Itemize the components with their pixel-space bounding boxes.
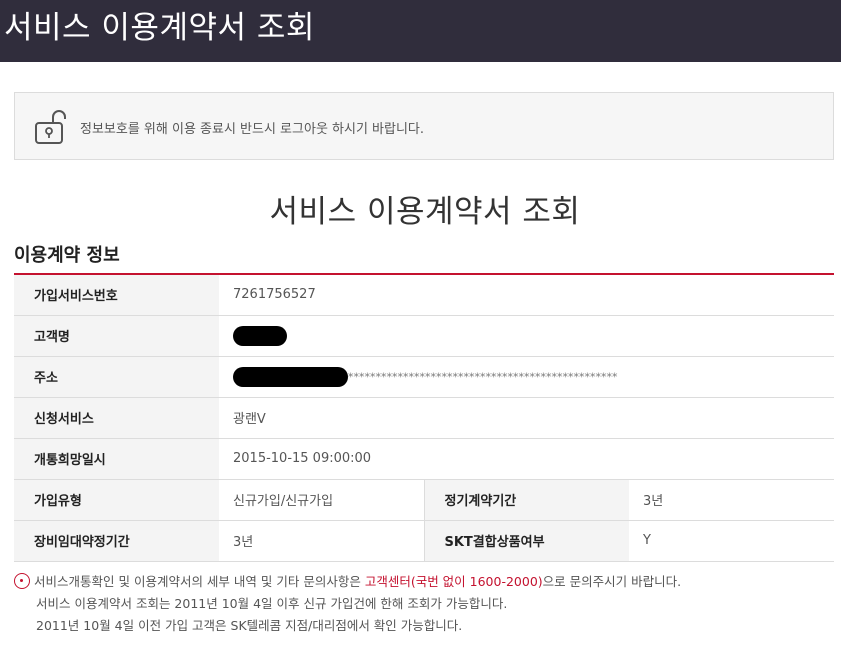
equipment-period-value: 3년 [219, 520, 424, 562]
note-line-3: 2011년 10월 4일 이전 가입 고객은 SK텔레콤 지점/대리점에서 확인… [36, 618, 463, 633]
bundle-label: SKT결합상품여부 [423, 520, 629, 562]
service-number-value: 7261756527 [219, 274, 835, 316]
note-line-1: 서비스개통확인 및 이용계약서의 세부 내역 및 기타 문의사항은 고객센터(국… [14, 573, 834, 595]
table-row: 가입서비스번호 7261756527 [14, 274, 835, 316]
note-1-suffix: 으로 문의주시기 바랍니다. [542, 574, 682, 589]
address-value: ****************************************… [219, 356, 835, 398]
contract-info-table: 가입서비스번호 7261756527 고객명 주소 **************… [14, 273, 835, 562]
note-1-prefix: 서비스개통확인 및 이용계약서의 세부 내역 및 기타 문의사항은 [34, 574, 361, 589]
table-row: 주소 *************************************… [14, 356, 835, 398]
table-row: 개통희망일시 2015-10-15 09:00:00 [14, 438, 835, 480]
table-row: 가입유형 신규가입/신규가입 정기계약기간 3년 [14, 479, 835, 521]
info-bullet-icon [14, 573, 30, 589]
service-label: 신청서비스 [14, 397, 219, 439]
join-type-value: 신규가입/신규가입 [219, 479, 424, 521]
join-type-label: 가입유형 [14, 479, 219, 521]
equipment-period-label: 장비임대약정기간 [14, 520, 219, 562]
contract-period-label: 정기계약기간 [423, 479, 629, 521]
page-title: 서비스 이용계약서 조회 [269, 194, 581, 230]
customer-name-value [219, 315, 835, 357]
contract-period-value: 3년 [629, 479, 835, 521]
table-row: 고객명 [14, 315, 835, 357]
service-value: 광랜V [219, 397, 835, 439]
redaction-mark [233, 366, 348, 387]
notes-section: 서비스개통확인 및 이용계약서의 세부 내역 및 기타 문의사항은 고객센터(국… [14, 573, 834, 639]
address-mask-text: ****************************************… [348, 370, 618, 383]
note-line-2: 서비스 이용계약서 조회는 2011년 10월 4일 이후 신규 가입건에 한해… [36, 596, 508, 611]
service-number-label: 가입서비스번호 [14, 274, 219, 316]
header-title: 서비스 이용계약서 조회 [4, 10, 315, 46]
redaction-mark [233, 325, 287, 346]
section-title: 이용계약 정보 [14, 245, 120, 266]
customer-center-link[interactable]: 고객센터(국번 없이 1600-2000) [365, 574, 543, 589]
logout-notice-box: 정보보호를 위해 이용 종료시 반드시 로그아웃 하시기 바랍니다. [14, 92, 834, 160]
logout-notice-text: 정보보호를 위해 이용 종료시 반드시 로그아웃 하시기 바랍니다. [80, 122, 425, 137]
table-row: 장비임대약정기간 3년 SKT결합상품여부 Y [14, 520, 835, 562]
top-header-bar: 서비스 이용계약서 조회 [0, 0, 841, 62]
customer-name-label: 고객명 [14, 315, 219, 357]
activation-label: 개통희망일시 [14, 438, 219, 480]
activation-value: 2015-10-15 09:00:00 [219, 438, 835, 480]
address-label: 주소 [14, 356, 219, 398]
bundle-value: Y [629, 520, 835, 562]
unlock-icon [35, 110, 66, 144]
table-row: 신청서비스 광랜V [14, 397, 835, 439]
